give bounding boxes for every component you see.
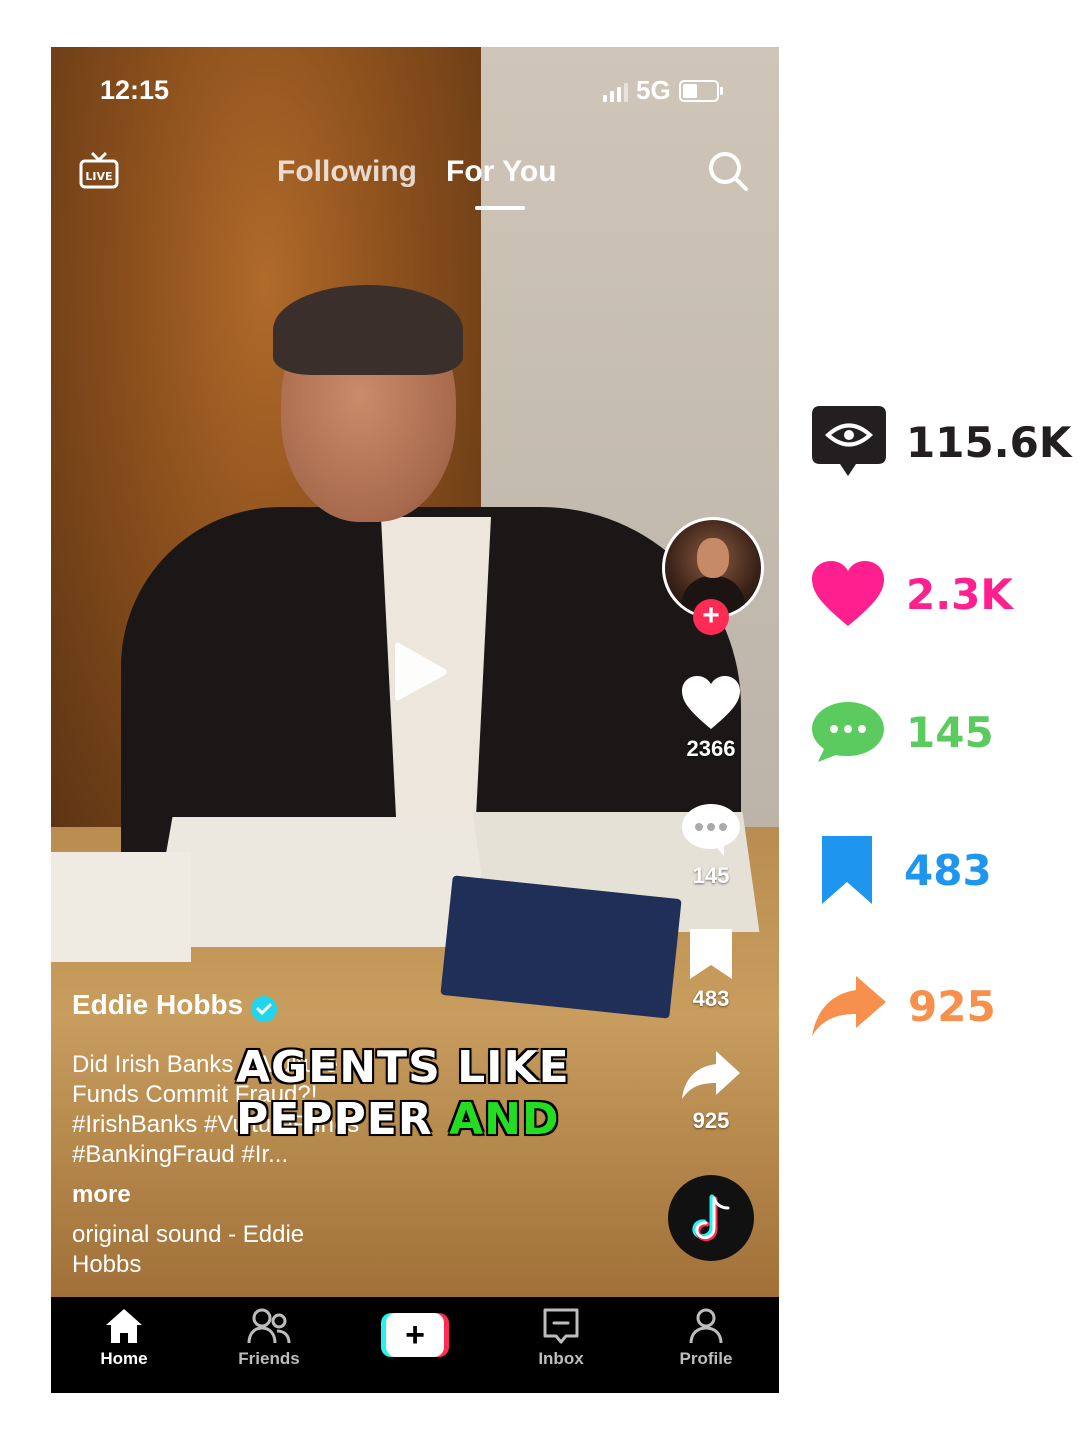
- home-icon: [106, 1309, 142, 1343]
- comment-button[interactable]: 145: [671, 802, 751, 889]
- views-count: 115.6K: [906, 417, 1072, 467]
- music-disc-icon[interactable]: [668, 1175, 754, 1261]
- author-name: Eddie Hobbs: [72, 989, 244, 1020]
- heart-icon: [682, 676, 740, 729]
- nav-profile-label: Profile: [679, 1349, 733, 1368]
- active-tab-indicator: [475, 206, 525, 210]
- nav-inbox-label: Inbox: [538, 1349, 584, 1368]
- open-book-left-page: [149, 817, 493, 947]
- verified-badge-icon: [251, 996, 278, 1022]
- status-time: 12:15: [100, 75, 170, 105]
- nav-profile[interactable]: Profile: [651, 1307, 761, 1369]
- saves-count: 483: [904, 845, 992, 895]
- network-label: 5G: [636, 75, 671, 105]
- nav-home[interactable]: Home: [69, 1307, 179, 1369]
- subtitle-line-1: AGENTS LIKE: [236, 1042, 570, 1093]
- like-count: 2366: [686, 736, 736, 761]
- video-subtitle-overlay: AGENTS LIKE PEPPER AND: [236, 1042, 636, 1146]
- share-arrow-icon: [682, 1051, 740, 1099]
- nav-friends-label: Friends: [238, 1349, 300, 1368]
- friends-icon: [247, 1308, 291, 1344]
- comments-count: 145: [906, 707, 994, 757]
- inbox-icon: [543, 1308, 579, 1344]
- bookmark-icon: [690, 929, 732, 979]
- sound-label[interactable]: original sound - Eddie Hobbs: [72, 1220, 372, 1280]
- play-icon[interactable]: [391, 637, 451, 707]
- video-player[interactable]: 12:15 5G LIVE Following For You + 2366 1…: [51, 47, 779, 1297]
- subtitle-line-2-white: PEPPER: [236, 1094, 450, 1145]
- signal-icon: [603, 80, 628, 102]
- more-link[interactable]: more: [72, 1181, 131, 1209]
- share-arrow-icon: [812, 976, 886, 1036]
- live-label: LIVE: [85, 170, 112, 183]
- save-button[interactable]: 483: [671, 927, 751, 1012]
- create-button[interactable]: +: [381, 1313, 449, 1357]
- follow-button[interactable]: +: [693, 599, 729, 635]
- stat-comments: 145: [810, 700, 994, 764]
- profile-icon: [689, 1308, 723, 1344]
- comment-icon: [812, 702, 884, 762]
- like-button[interactable]: 2366: [671, 675, 751, 762]
- comment-count: 145: [692, 863, 730, 888]
- subtitle-line-2-green: AND: [449, 1094, 560, 1145]
- stat-likes: 2.3K: [810, 560, 1013, 628]
- blue-notebook: [440, 875, 682, 1019]
- man-hair: [273, 285, 463, 375]
- eye-icon: [812, 406, 886, 476]
- nav-inbox[interactable]: Inbox: [506, 1307, 616, 1369]
- live-icon[interactable]: LIVE: [79, 151, 119, 189]
- shares-count: 925: [908, 981, 996, 1031]
- nav-friends[interactable]: Friends: [214, 1307, 324, 1369]
- share-count: 925: [692, 1108, 730, 1133]
- status-indicators: 5G: [603, 75, 723, 106]
- save-count: 483: [692, 986, 730, 1011]
- tab-for-you[interactable]: For You: [446, 155, 557, 189]
- likes-count: 2.3K: [906, 569, 1013, 619]
- battery-icon: [678, 79, 723, 102]
- stat-shares: 925: [810, 974, 996, 1038]
- tab-following[interactable]: Following: [277, 155, 417, 189]
- share-button[interactable]: 925: [671, 1049, 751, 1134]
- search-icon[interactable]: [706, 149, 750, 193]
- notepad: [51, 852, 191, 962]
- bottom-nav-bar: Home Friends + Inbox Profile: [51, 1297, 779, 1393]
- stat-saves: 483: [810, 834, 992, 906]
- plus-icon: +: [386, 1313, 444, 1357]
- author-name-row[interactable]: Eddie Hobbs: [72, 989, 278, 1022]
- phone-screen: 12:15 5G LIVE Following For You + 2366 1…: [51, 47, 779, 1393]
- comment-icon: [682, 804, 740, 856]
- stat-views: 115.6K: [810, 404, 1071, 480]
- heart-icon: [812, 561, 884, 626]
- nav-home-label: Home: [100, 1349, 148, 1368]
- bookmark-icon: [822, 836, 872, 904]
